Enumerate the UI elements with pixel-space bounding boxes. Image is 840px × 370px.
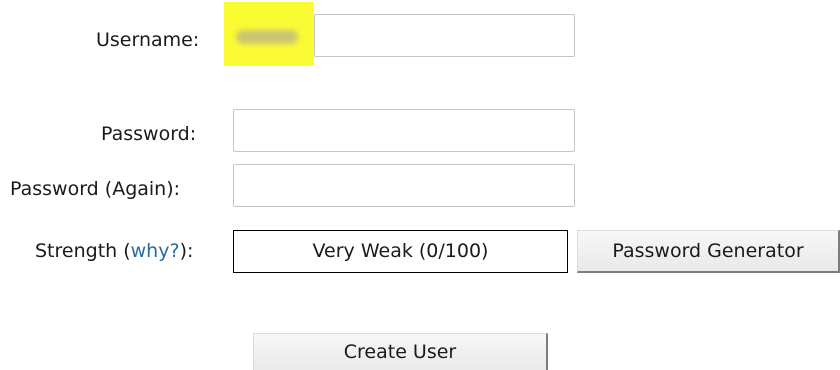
password-input[interactable] — [233, 109, 575, 152]
strength-label-suffix: ): — [179, 240, 194, 262]
why-link[interactable]: why? — [131, 240, 180, 262]
strength-label: Strength (why?): — [35, 239, 193, 263]
password-again-label: Password (Again): — [10, 178, 181, 200]
username-redaction-highlight — [224, 2, 314, 66]
password-again-input[interactable] — [233, 164, 575, 207]
password-label: Password: — [101, 123, 197, 145]
strength-indicator: Very Weak (0/100) — [233, 230, 568, 273]
create-user-form: Username: Password: Password (Again): St… — [0, 0, 840, 370]
password-generator-button[interactable]: Password Generator — [577, 230, 840, 273]
strength-label-prefix: Strength ( — [35, 240, 131, 262]
create-user-label: Create User — [343, 341, 457, 363]
blurred-username-text — [236, 30, 298, 44]
username-input[interactable] — [314, 14, 575, 57]
create-user-button[interactable]: Create User — [253, 333, 548, 370]
username-label: Username: — [96, 29, 200, 51]
